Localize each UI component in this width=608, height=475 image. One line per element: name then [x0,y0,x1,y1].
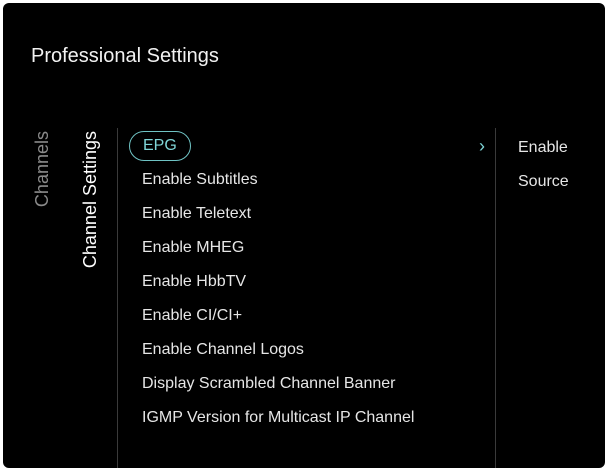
menu-item-igmp-version[interactable]: IGMP Version for Multicast IP Channel [129,401,489,435]
menu-item-epg[interactable]: EPG › [129,131,489,163]
menu-item-enable-ci[interactable]: Enable CI/CI+ [129,299,489,333]
tab-channels-label: Channels [32,131,52,208]
menu-item-enable-subtitles[interactable]: Enable Subtitles [129,163,489,197]
tab-channels[interactable]: Channels [30,131,54,311]
menu-item-enable-mheg[interactable]: Enable MHEG [129,231,489,265]
menu-item-enable-hbbtv[interactable]: Enable HbbTV [129,265,489,299]
tv-settings-screen: Professional Settings Channels Channel S… [3,3,605,468]
column-divider [495,128,496,468]
submenu: Enable Source [518,133,598,201]
menu-item-epg-label: EPG [129,131,191,161]
chevron-right-icon: › [479,136,485,156]
menu-item-enable-teletext[interactable]: Enable Teletext [129,197,489,231]
tab-channel-settings[interactable]: Channel Settings [78,131,102,311]
submenu-item-enable[interactable]: Enable [518,133,598,167]
tab-channel-settings-label: Channel Settings [80,131,100,269]
menu-item-scrambled-banner[interactable]: Display Scrambled Channel Banner [129,367,489,401]
settings-menu: EPG › Enable Subtitles Enable Teletext E… [129,131,489,435]
menu-item-enable-channel-logos[interactable]: Enable Channel Logos [129,333,489,367]
submenu-item-source[interactable]: Source [518,167,598,201]
column-divider [117,128,118,468]
page-title: Professional Settings [31,45,219,67]
